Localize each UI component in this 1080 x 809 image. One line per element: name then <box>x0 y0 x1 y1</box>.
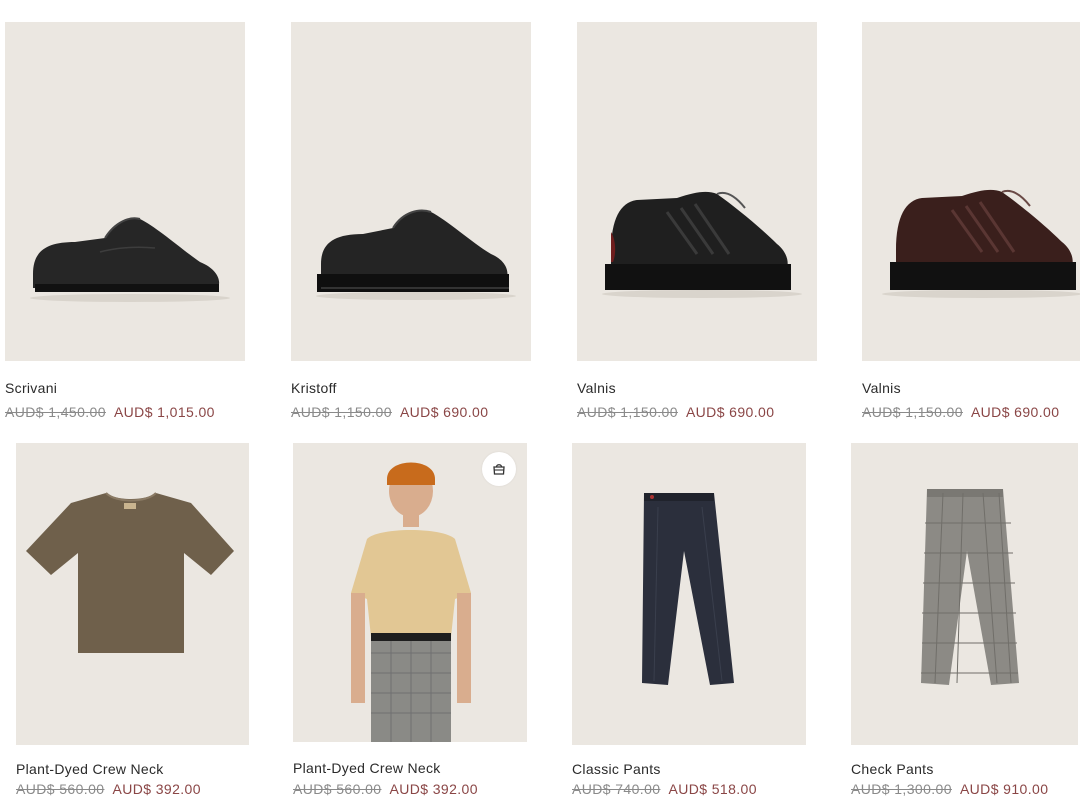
sale-price: AUD$ 690.00 <box>399 404 489 420</box>
original-price: AUD$ 560.00 <box>293 781 382 797</box>
derby-shoe-lug-sole-image <box>291 22 531 361</box>
product-name[interactable]: Valnis <box>577 380 616 396</box>
product-prices: AUD$ 1,150.00 AUD$ 690.00 <box>862 404 1059 420</box>
model-tshirt-image <box>293 443 527 742</box>
product-prices: AUD$ 560.00 AUD$ 392.00 <box>293 781 478 797</box>
sale-price: AUD$ 690.00 <box>970 404 1060 420</box>
sneaker-black-image <box>577 22 817 361</box>
product-card[interactable]: Kristoff AUD$ 1,150.00 AUD$ 690.00 <box>291 22 531 422</box>
original-price: AUD$ 1,150.00 <box>862 404 963 420</box>
product-name[interactable]: Kristoff <box>291 380 337 396</box>
product-card[interactable]: Scrivani AUD$ 1,450.00 AUD$ 1,015.00 <box>5 22 245 422</box>
product-name[interactable]: Scrivani <box>5 380 57 396</box>
product-name[interactable]: Classic Pants <box>572 761 661 777</box>
product-name[interactable]: Plant-Dyed Crew Neck <box>16 761 164 777</box>
original-price: AUD$ 1,150.00 <box>291 404 392 420</box>
sneaker-brown-image <box>862 22 1080 361</box>
original-price: AUD$ 560.00 <box>16 781 105 797</box>
product-image[interactable] <box>291 22 531 361</box>
product-prices: AUD$ 1,300.00 AUD$ 910.00 <box>851 781 1048 797</box>
product-image[interactable] <box>577 22 817 361</box>
product-card[interactable]: Valnis AUD$ 1,150.00 AUD$ 690.00 <box>862 22 1080 422</box>
original-price: AUD$ 1,450.00 <box>5 404 106 420</box>
product-prices: AUD$ 1,150.00 AUD$ 690.00 <box>291 404 488 420</box>
sale-price: AUD$ 518.00 <box>668 781 757 797</box>
pants-navy-image <box>572 443 806 745</box>
original-price: AUD$ 740.00 <box>572 781 661 797</box>
product-prices: AUD$ 740.00 AUD$ 518.00 <box>572 781 757 797</box>
product-name[interactable]: Check Pants <box>851 761 934 777</box>
shopping-bag-icon <box>493 464 505 475</box>
product-card[interactable]: Plant-Dyed Crew Neck AUD$ 560.00 AUD$ 392… <box>293 443 528 809</box>
sale-price: AUD$ 1,015.00 <box>113 404 215 420</box>
product-image[interactable] <box>862 22 1080 361</box>
product-image[interactable] <box>293 443 527 742</box>
sale-price: AUD$ 690.00 <box>685 404 775 420</box>
product-image[interactable] <box>851 443 1078 745</box>
sale-price: AUD$ 392.00 <box>389 781 478 797</box>
product-image[interactable] <box>572 443 806 745</box>
derby-shoe-image <box>5 22 245 361</box>
quick-add-button[interactable] <box>482 452 516 486</box>
original-price: AUD$ 1,150.00 <box>577 404 678 420</box>
product-prices: AUD$ 1,150.00 AUD$ 690.00 <box>577 404 774 420</box>
product-card[interactable]: Check Pants AUD$ 1,300.00 AUD$ 910.00 <box>851 443 1080 809</box>
sale-price: AUD$ 392.00 <box>112 781 201 797</box>
product-name[interactable]: Valnis <box>862 380 901 396</box>
tshirt-khaki-image <box>16 443 249 745</box>
product-image[interactable] <box>16 443 249 745</box>
original-price: AUD$ 1,300.00 <box>851 781 952 797</box>
sale-price: AUD$ 910.00 <box>959 781 1049 797</box>
product-card[interactable]: Plant-Dyed Crew Neck AUD$ 560.00 AUD$ 392… <box>16 443 251 809</box>
product-card[interactable]: Valnis AUD$ 1,150.00 AUD$ 690.00 <box>577 22 817 422</box>
product-prices: AUD$ 1,450.00 AUD$ 1,015.00 <box>5 404 215 420</box>
pants-check-image <box>851 443 1078 745</box>
product-image[interactable] <box>5 22 245 361</box>
product-name[interactable]: Plant-Dyed Crew Neck <box>293 760 441 776</box>
product-card[interactable]: Classic Pants AUD$ 740.00 AUD$ 518.00 <box>572 443 807 809</box>
product-prices: AUD$ 560.00 AUD$ 392.00 <box>16 781 201 797</box>
